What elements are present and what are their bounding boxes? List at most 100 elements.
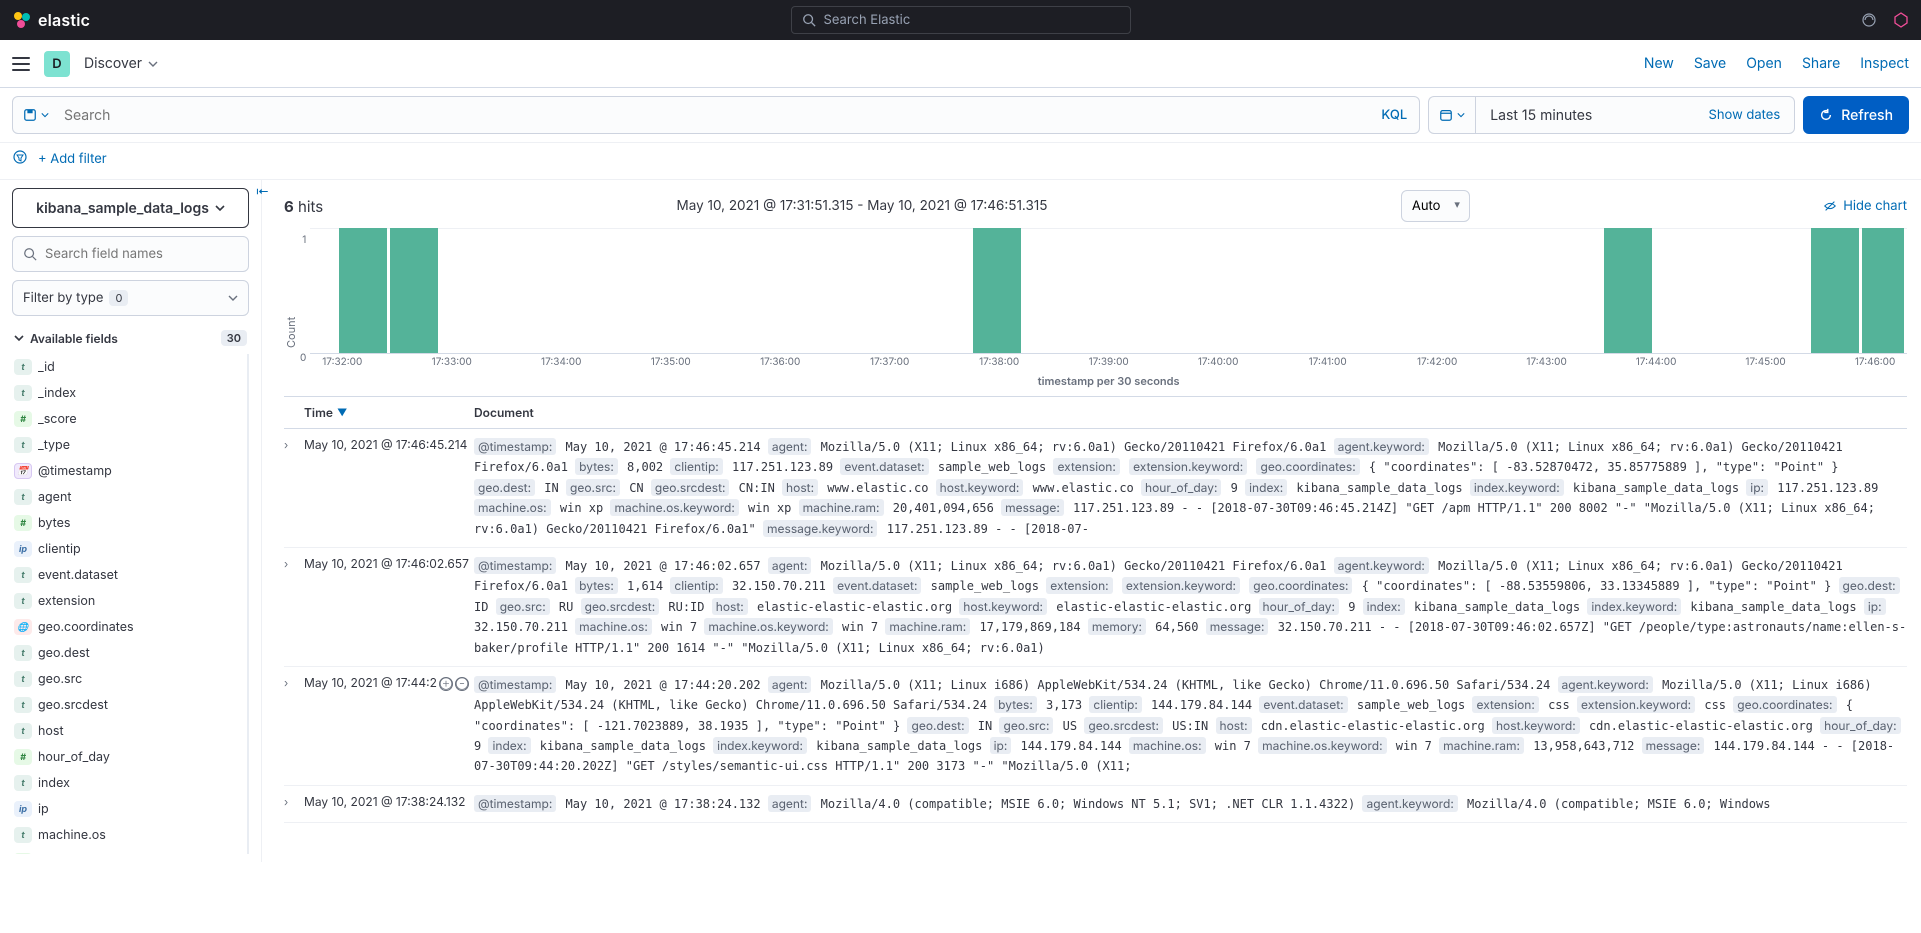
- field-item[interactable]: t_type: [12, 432, 247, 458]
- document-source: @timestamp: May 10, 2021 @ 17:46:45.214 …: [474, 437, 1907, 539]
- nav-link-new[interactable]: New: [1644, 55, 1674, 72]
- chart-bars[interactable]: [310, 228, 1907, 354]
- app-name-label: Discover: [84, 55, 142, 72]
- add-filter-button[interactable]: + Add filter: [38, 151, 107, 167]
- filter-options-button[interactable]: [12, 149, 28, 169]
- expand-row-button[interactable]: ›: [284, 437, 304, 539]
- field-item[interactable]: ipclientip: [12, 536, 247, 562]
- nav-link-open[interactable]: Open: [1746, 55, 1782, 72]
- histogram-bar[interactable]: [973, 228, 1021, 353]
- field-key: extension:: [1472, 696, 1538, 713]
- show-dates-link[interactable]: Show dates: [1709, 107, 1781, 123]
- date-range-button[interactable]: Last 15 minutes Show dates: [1475, 96, 1795, 134]
- histogram-bar[interactable]: [1604, 228, 1652, 353]
- field-item[interactable]: tmachine.os: [12, 822, 247, 848]
- field-search-input[interactable]: [45, 246, 247, 262]
- fields-sidebar: ⇤ kibana_sample_data_logs Filter by type…: [0, 180, 262, 862]
- field-name: index: [38, 776, 70, 791]
- field-item[interactable]: tgeo.dest: [12, 640, 247, 666]
- breadcrumb-app[interactable]: Discover: [84, 55, 158, 72]
- available-fields-label: Available fields: [30, 331, 118, 346]
- refresh-icon: [1819, 108, 1833, 122]
- field-item[interactable]: #_score: [12, 406, 247, 432]
- field-key: host:: [782, 479, 818, 496]
- expand-row-button[interactable]: ›: [284, 794, 304, 814]
- field-key: event.dataset:: [840, 458, 928, 475]
- hide-chart-button[interactable]: Hide chart: [1823, 198, 1907, 214]
- field-search[interactable]: [12, 236, 249, 272]
- refresh-label: Refresh: [1841, 107, 1893, 124]
- field-key: clientip:: [1089, 696, 1141, 713]
- calendar-icon: [1439, 108, 1453, 122]
- interval-select[interactable]: Auto: [1401, 190, 1470, 222]
- field-type-token: #: [14, 515, 32, 531]
- field-item[interactable]: #bytes: [12, 510, 247, 536]
- field-key: machine.ram:: [799, 499, 884, 516]
- field-key: host:: [712, 598, 748, 615]
- time-cell: May 10, 2021 @ 17:44:2⊕⊖: [304, 675, 474, 777]
- collapse-sidebar-button[interactable]: ⇤: [256, 184, 269, 200]
- field-name: _type: [38, 438, 70, 453]
- histogram-bar[interactable]: [339, 228, 387, 353]
- date-quick-button[interactable]: [1428, 96, 1475, 134]
- expand-row-button[interactable]: ›: [284, 556, 304, 658]
- field-item[interactable]: #machine.ram: [12, 848, 247, 854]
- filter-for-button[interactable]: ⊕: [439, 677, 453, 691]
- query-language-button[interactable]: KQL: [1381, 107, 1407, 123]
- chart-controls: Auto: [1401, 190, 1470, 222]
- field-item[interactable]: ipip: [12, 796, 247, 822]
- elastic-logo-icon: [12, 10, 32, 30]
- filter-out-button[interactable]: ⊖: [455, 677, 469, 691]
- nav-link-share[interactable]: Share: [1802, 55, 1840, 72]
- field-key: geo.dest:: [474, 479, 535, 496]
- filter-bar: + Add filter: [0, 143, 1921, 180]
- filter-by-type-button[interactable]: Filter by type 0: [12, 280, 249, 316]
- field-type-token: t: [14, 645, 32, 661]
- y-axis-label: Count: [284, 228, 298, 388]
- nav-link-inspect[interactable]: Inspect: [1860, 55, 1909, 72]
- field-item[interactable]: 📅@timestamp: [12, 458, 247, 484]
- field-name: geo.coordinates: [38, 620, 134, 635]
- histogram-bar[interactable]: [390, 228, 438, 353]
- time-range-display: May 10, 2021 @ 17:31:51.315 - May 10, 20…: [677, 198, 1048, 214]
- histogram-bar[interactable]: [1862, 228, 1904, 353]
- field-item[interactable]: #hour_of_day: [12, 744, 247, 770]
- field-type-token: t: [14, 385, 32, 401]
- field-item[interactable]: textension: [12, 588, 247, 614]
- elastic-logo[interactable]: elastic: [12, 10, 90, 30]
- global-search[interactable]: [791, 6, 1131, 34]
- content-area: 6 hits May 10, 2021 @ 17:31:51.315 - May…: [262, 180, 1921, 862]
- nav-toggle-button[interactable]: [12, 57, 30, 71]
- field-key: geo.dest:: [907, 717, 968, 734]
- global-search-input[interactable]: [824, 12, 1120, 28]
- field-item[interactable]: thost: [12, 718, 247, 744]
- field-key: bytes:: [575, 458, 618, 475]
- query-input[interactable]: [64, 107, 1381, 124]
- nav-link-save[interactable]: Save: [1694, 55, 1726, 72]
- field-key: bytes:: [575, 577, 618, 594]
- field-item[interactable]: tindex: [12, 770, 247, 796]
- field-type-token: #: [14, 853, 32, 854]
- field-name: _index: [38, 386, 76, 401]
- column-header-document[interactable]: Document: [474, 405, 1907, 420]
- field-item[interactable]: 🌐geo.coordinates: [12, 614, 247, 640]
- column-header-time[interactable]: Time ▼: [304, 405, 474, 420]
- field-item[interactable]: tgeo.srcdest: [12, 692, 247, 718]
- expand-row-button[interactable]: ›: [284, 675, 304, 777]
- histogram-bar[interactable]: [1811, 228, 1859, 353]
- refresh-button[interactable]: Refresh: [1803, 96, 1909, 134]
- newsfeed-icon[interactable]: [1861, 12, 1877, 28]
- space-selector[interactable]: D: [44, 51, 70, 77]
- field-item[interactable]: tagent: [12, 484, 247, 510]
- field-key: @timestamp:: [474, 795, 556, 812]
- field-item[interactable]: tevent.dataset: [12, 562, 247, 588]
- field-type-token: 📅: [14, 463, 32, 479]
- field-item[interactable]: t _index: [12, 380, 247, 406]
- help-icon[interactable]: [1893, 12, 1909, 28]
- field-item[interactable]: tgeo.src: [12, 666, 247, 692]
- field-type-token: ip: [14, 801, 32, 817]
- index-pattern-select[interactable]: kibana_sample_data_logs: [12, 188, 249, 228]
- eye-closed-icon: [1823, 199, 1837, 213]
- field-item[interactable]: t_id: [12, 354, 247, 380]
- available-fields-header[interactable]: Available fields 30: [12, 326, 249, 350]
